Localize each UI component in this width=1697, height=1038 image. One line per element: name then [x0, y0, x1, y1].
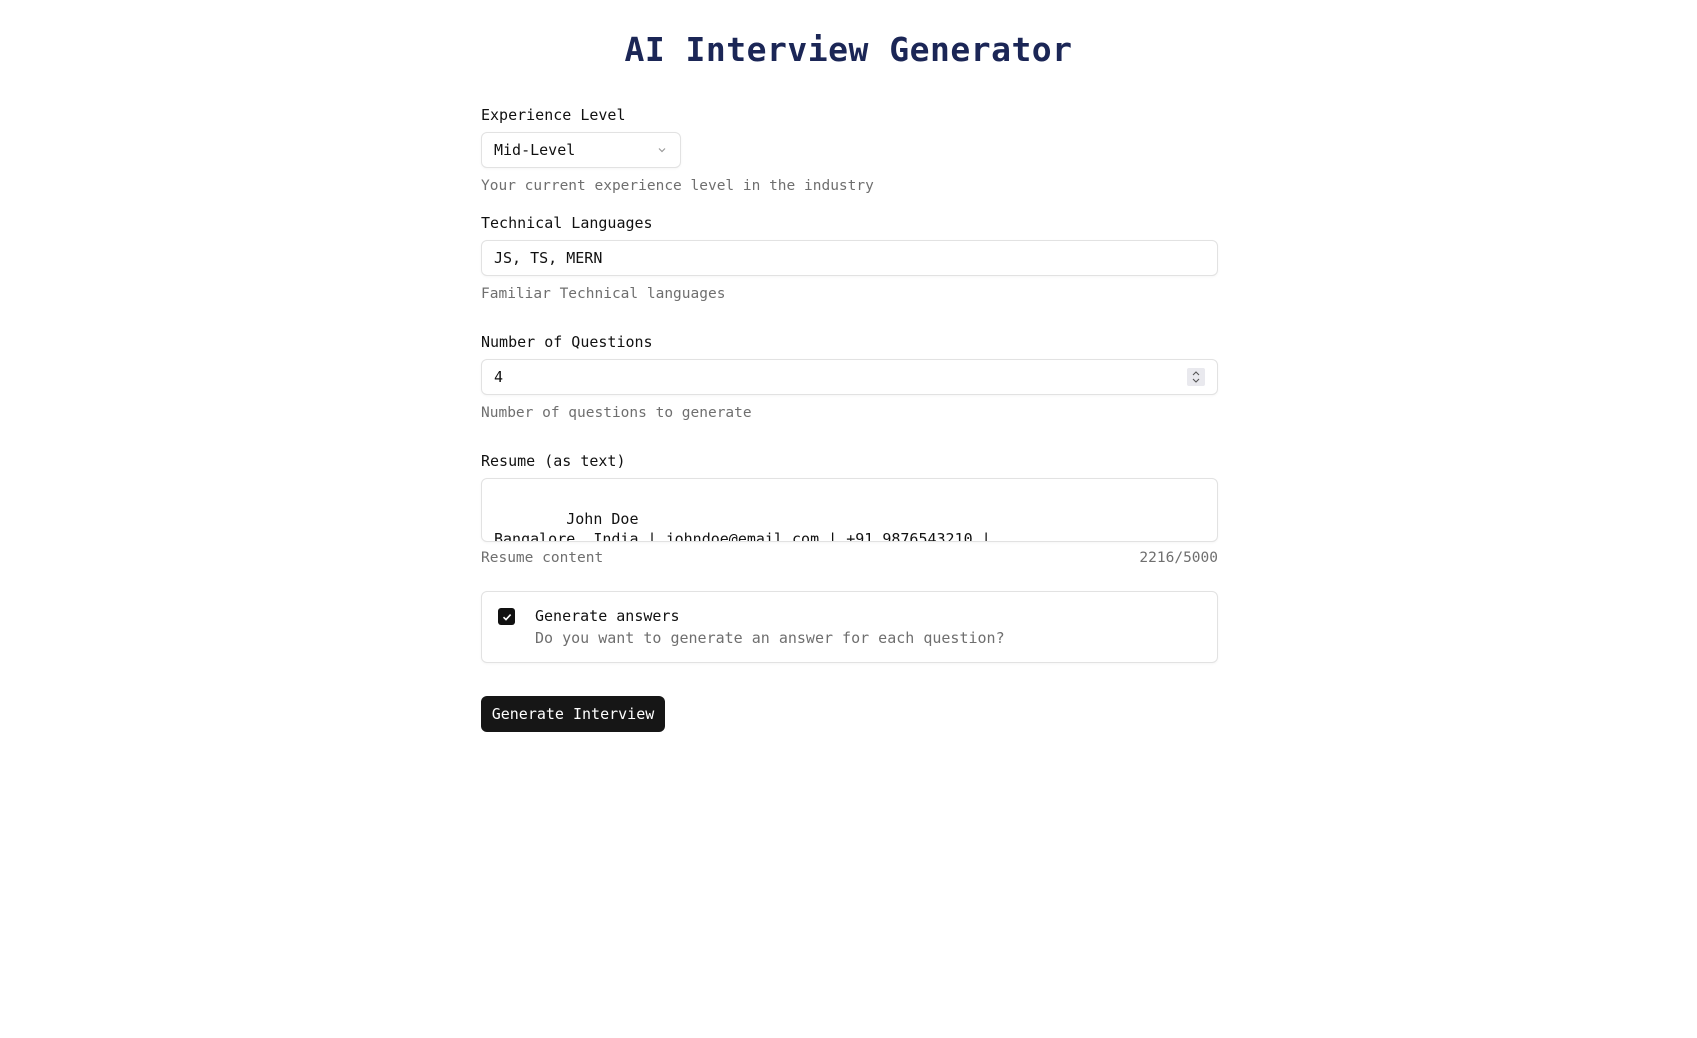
checkmark-icon	[502, 613, 511, 621]
experience-field: Experience Level Mid-Level Your current …	[481, 104, 1218, 212]
resume-textarea[interactable]: John Doe Bangalore, India | johndoe@emai…	[481, 478, 1218, 542]
languages-field: Technical Languages JS, TS, MERN Familia…	[481, 212, 1218, 331]
experience-help: Your current experience level in the ind…	[481, 178, 874, 194]
languages-input[interactable]: JS, TS, MERN	[481, 240, 1218, 276]
experience-selected-value: Mid-Level	[494, 141, 576, 159]
generate-answers-title: Generate answers	[535, 607, 680, 625]
generate-interview-button[interactable]: Generate Interview	[481, 696, 665, 732]
resize-handle-icon[interactable]	[1205, 529, 1215, 539]
questions-help: Number of questions to generate	[481, 405, 752, 421]
experience-select[interactable]: Mid-Level	[481, 132, 681, 168]
questions-value: 4	[494, 368, 504, 386]
questions-label: Number of Questions	[481, 333, 653, 351]
questions-number-input[interactable]: 4	[481, 359, 1218, 395]
languages-help: Familiar Technical languages	[481, 286, 726, 302]
number-spinner-icon[interactable]	[1187, 368, 1205, 386]
questions-field: Number of Questions 4 Number of question…	[481, 331, 1218, 450]
resume-help: Resume content	[481, 550, 604, 566]
interview-form: Experience Level Mid-Level Your current …	[481, 104, 1218, 732]
generate-answers-card[interactable]: Generate answers Do you want to generate…	[481, 591, 1218, 663]
generate-answers-description: Do you want to generate an answer for ea…	[535, 629, 1005, 647]
resume-text: John Doe Bangalore, India | johndoe@emai…	[494, 510, 991, 542]
generate-answers-checkbox[interactable]	[498, 608, 515, 625]
resume-help-row: Resume content 2216/5000	[481, 547, 1218, 569]
experience-label: Experience Level	[481, 106, 626, 124]
resume-field: Resume (as text) John Doe Bangalore, Ind…	[481, 450, 1218, 591]
languages-value: JS, TS, MERN	[494, 249, 603, 267]
resume-label: Resume (as text)	[481, 452, 626, 470]
resume-char-counter: 2216/5000	[1139, 550, 1218, 566]
generate-answers-text: Generate answers Do you want to generate…	[535, 606, 1005, 649]
page-root: AI Interview Generator Experience Level …	[0, 0, 1697, 1038]
languages-label: Technical Languages	[481, 214, 653, 232]
chevron-down-icon	[656, 144, 668, 156]
page-title: AI Interview Generator	[624, 30, 1073, 69]
